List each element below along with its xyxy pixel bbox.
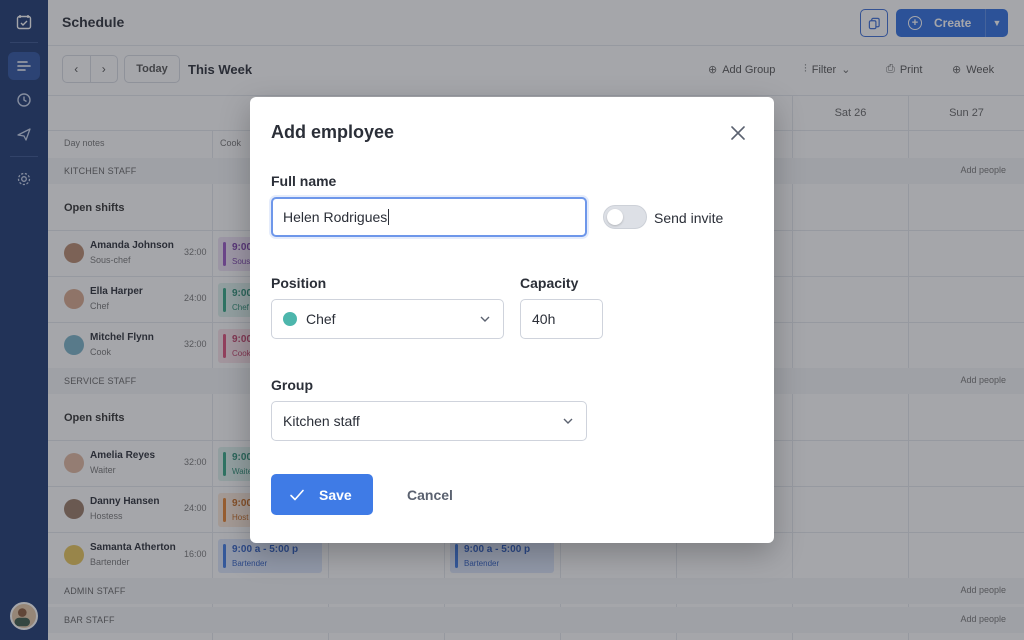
capacity-label: Capacity (520, 275, 579, 291)
close-icon[interactable] (728, 123, 748, 143)
add-employee-dialog: Add employee Full name Helen Rodrigues S… (250, 97, 774, 543)
send-invite-label: Send invite (654, 210, 724, 226)
capacity-input[interactable]: 40h (520, 299, 603, 339)
position-color-dot (283, 312, 297, 326)
check-icon (290, 489, 304, 500)
chevron-down-icon (480, 316, 490, 322)
cancel-button[interactable]: Cancel (407, 487, 453, 503)
save-button[interactable]: Save (271, 474, 373, 515)
group-value: Kitchen staff (283, 413, 360, 429)
group-select[interactable]: Kitchen staff (271, 401, 587, 441)
text-caret (388, 209, 390, 225)
group-label: Group (271, 377, 313, 393)
capacity-value: 40h (532, 311, 556, 327)
save-label: Save (319, 486, 352, 503)
dialog-title: Add employee (271, 122, 395, 142)
position-select[interactable]: Chef (271, 299, 504, 339)
position-value: Chef (306, 311, 336, 327)
position-label: Position (271, 275, 327, 291)
chevron-down-icon (563, 418, 573, 424)
send-invite-toggle[interactable] (603, 205, 647, 229)
full-name-value: Helen Rodrigues (283, 209, 388, 225)
full-name-input[interactable]: Helen Rodrigues (271, 197, 587, 237)
toggle-knob (607, 209, 623, 225)
full-name-label: Full name (271, 173, 337, 189)
